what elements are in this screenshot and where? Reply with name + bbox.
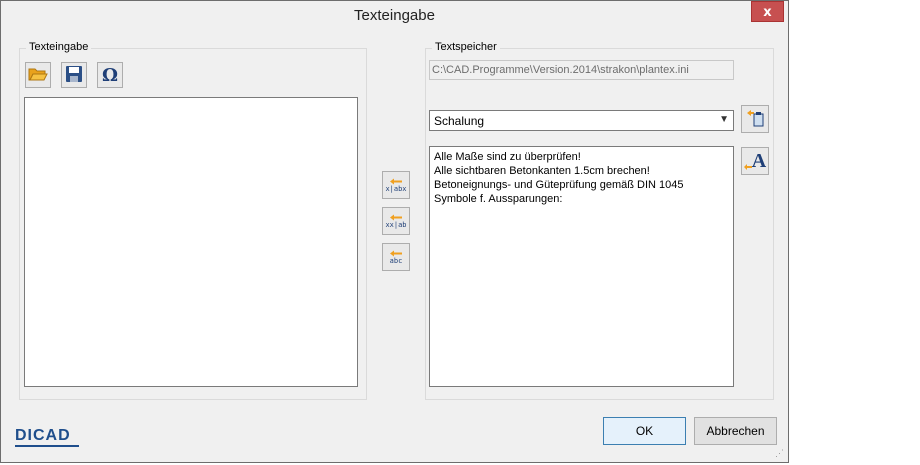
insert-label-3: abc xyxy=(389,256,403,265)
text-input-area[interactable] xyxy=(24,97,358,387)
text-memory-list[interactable]: Alle Maße sind zu überprüfen! Alle sicht… xyxy=(429,146,734,387)
list-item[interactable]: Betoneignungs- und Güteprüfung gemäß DIN… xyxy=(434,178,729,192)
save-icon xyxy=(65,65,83,86)
category-select[interactable]: Schalung ▼ xyxy=(429,110,734,131)
chevron-down-icon: ▼ xyxy=(719,114,729,125)
texteingabe-group-label: Texteingabe xyxy=(26,41,92,53)
insert-button-3[interactable]: abc xyxy=(382,243,410,271)
ok-button[interactable]: OK xyxy=(603,417,686,445)
insert-left-icon: xx|ab xyxy=(385,214,407,229)
insert-button-1[interactable]: x|abx xyxy=(382,171,410,199)
cancel-button[interactable]: Abbrechen xyxy=(694,417,777,445)
open-folder-icon xyxy=(28,66,48,85)
window-title: Texteingabe xyxy=(354,7,435,24)
open-button[interactable] xyxy=(25,62,51,88)
insert-left-icon: x|abx xyxy=(385,178,407,193)
copy-to-clipboard-icon xyxy=(745,108,765,131)
logo-underline xyxy=(15,445,79,447)
close-button[interactable]: x xyxy=(751,1,784,22)
insert-label-1: x|abx xyxy=(385,184,407,193)
save-button[interactable] xyxy=(61,62,87,88)
list-item[interactable]: Alle sichtbaren Betonkanten 1.5cm breche… xyxy=(434,164,729,178)
category-select-value: Schalung xyxy=(434,114,485,128)
insert-left-icon: abc xyxy=(389,250,403,265)
textspeicher-group-label: Textspeicher xyxy=(432,41,500,53)
font-button[interactable]: A xyxy=(741,147,769,175)
resize-grip-icon[interactable]: ⋰ xyxy=(775,448,784,459)
title-bar: Texteingabe x xyxy=(1,1,788,31)
list-item[interactable]: Alle Maße sind zu überprüfen! xyxy=(434,150,729,164)
dialog-window: Texteingabe x Texteingabe Ω x|abx xx|ab … xyxy=(0,0,789,463)
list-item[interactable]: Symbole f. Aussparungen: xyxy=(434,192,729,206)
special-character-button[interactable]: Ω xyxy=(97,62,123,88)
insert-button-2[interactable]: xx|ab xyxy=(382,207,410,235)
omega-icon: Ω xyxy=(101,64,119,86)
insert-label-2: xx|ab xyxy=(385,220,407,229)
dicad-logo: DICAD xyxy=(15,427,71,444)
file-path-field: C:\CAD.Programme\Version.2014\strakon\pl… xyxy=(429,60,734,80)
copy-button[interactable] xyxy=(741,105,769,133)
font-icon: A xyxy=(743,151,766,171)
